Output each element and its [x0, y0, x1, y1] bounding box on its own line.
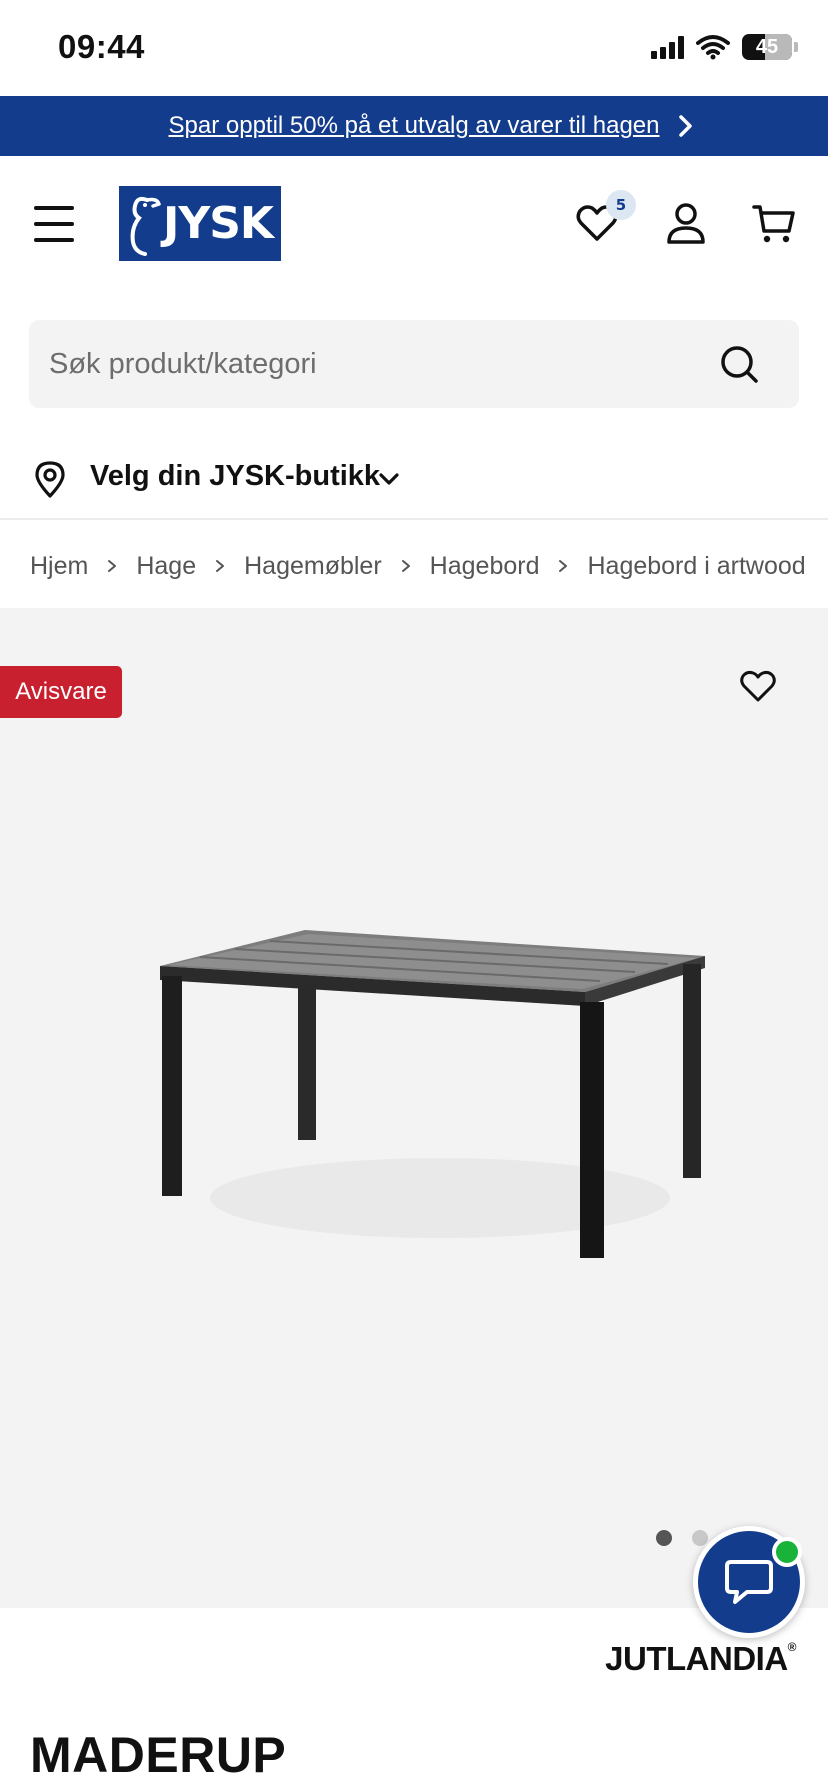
- product-page: 09:44 45 Spar opptil 50% på et utvalg av: [0, 0, 828, 1792]
- menu-icon[interactable]: [34, 206, 74, 242]
- breadcrumb-separator-icon: [108, 560, 117, 572]
- chat-button[interactable]: [693, 1526, 805, 1638]
- cart-icon[interactable]: [751, 200, 797, 246]
- brand-name: JUTLANDIA: [605, 1640, 788, 1677]
- avisvare-badge: Avisvare: [0, 666, 122, 718]
- product-gallery[interactable]: Avisvare: [0, 608, 828, 1608]
- battery-icon: 45: [742, 34, 792, 60]
- store-selector-label[interactable]: Velg din JYSK-butikk: [90, 460, 380, 493]
- breadcrumb-item[interactable]: Hjem: [30, 552, 88, 581]
- wifi-icon: [696, 35, 730, 60]
- breadcrumb-item[interactable]: Hagebord i artwood: [587, 552, 805, 581]
- store-selector[interactable]: Velg din JYSK-butikk: [0, 440, 828, 520]
- promo-link[interactable]: Spar opptil 50% på et utvalg av varer ti…: [169, 112, 660, 140]
- image-carousel-dots[interactable]: [656, 1530, 708, 1546]
- status-icons: 45: [651, 34, 798, 60]
- product-brand[interactable]: JUTLANDIA®: [605, 1640, 796, 1678]
- breadcrumb: Hjem Hage Hagemøbler Hagebord Hagebord i art…: [30, 546, 806, 586]
- breadcrumb-item[interactable]: Hagemøbler: [244, 552, 382, 581]
- location-pin-icon: [35, 461, 65, 498]
- breadcrumb-item[interactable]: Hage: [136, 552, 196, 581]
- site-header: JYSK 5: [0, 156, 828, 296]
- search-input[interactable]: [49, 320, 689, 408]
- chevron-down-icon[interactable]: [376, 466, 402, 492]
- status-bar: 09:44 45: [0, 0, 828, 96]
- chat-online-indicator: [772, 1537, 802, 1567]
- breadcrumb-separator-icon: [216, 560, 225, 572]
- logo-text: JYSK: [162, 198, 274, 249]
- battery-label: 45: [755, 35, 779, 58]
- carousel-dot[interactable]: [656, 1530, 672, 1546]
- jysk-logo[interactable]: JYSK: [119, 186, 281, 261]
- cellular-signal-icon: [651, 35, 684, 59]
- brand-registered-mark: ®: [787, 1640, 797, 1654]
- product-image-table: [160, 930, 705, 1258]
- logo-bird-icon: [130, 196, 161, 256]
- product-title: MADERUP: [30, 1727, 287, 1783]
- status-time: 09:44: [58, 28, 145, 65]
- account-icon[interactable]: [663, 200, 709, 246]
- add-to-wishlist-heart-icon[interactable]: [738, 666, 778, 706]
- breadcrumb-separator-icon: [559, 560, 568, 572]
- search-bar: [29, 320, 799, 408]
- chat-bubble-icon: [725, 1560, 773, 1604]
- breadcrumb-separator-icon: [401, 560, 410, 572]
- breadcrumb-item[interactable]: Hagebord: [430, 552, 540, 581]
- chevron-right-icon[interactable]: [672, 113, 698, 139]
- carousel-dot[interactable]: [692, 1530, 708, 1546]
- wishlist-count-badge: 5: [606, 190, 636, 220]
- promo-banner[interactable]: Spar opptil 50% på et utvalg av varer ti…: [0, 96, 828, 156]
- search-icon[interactable]: [719, 344, 759, 384]
